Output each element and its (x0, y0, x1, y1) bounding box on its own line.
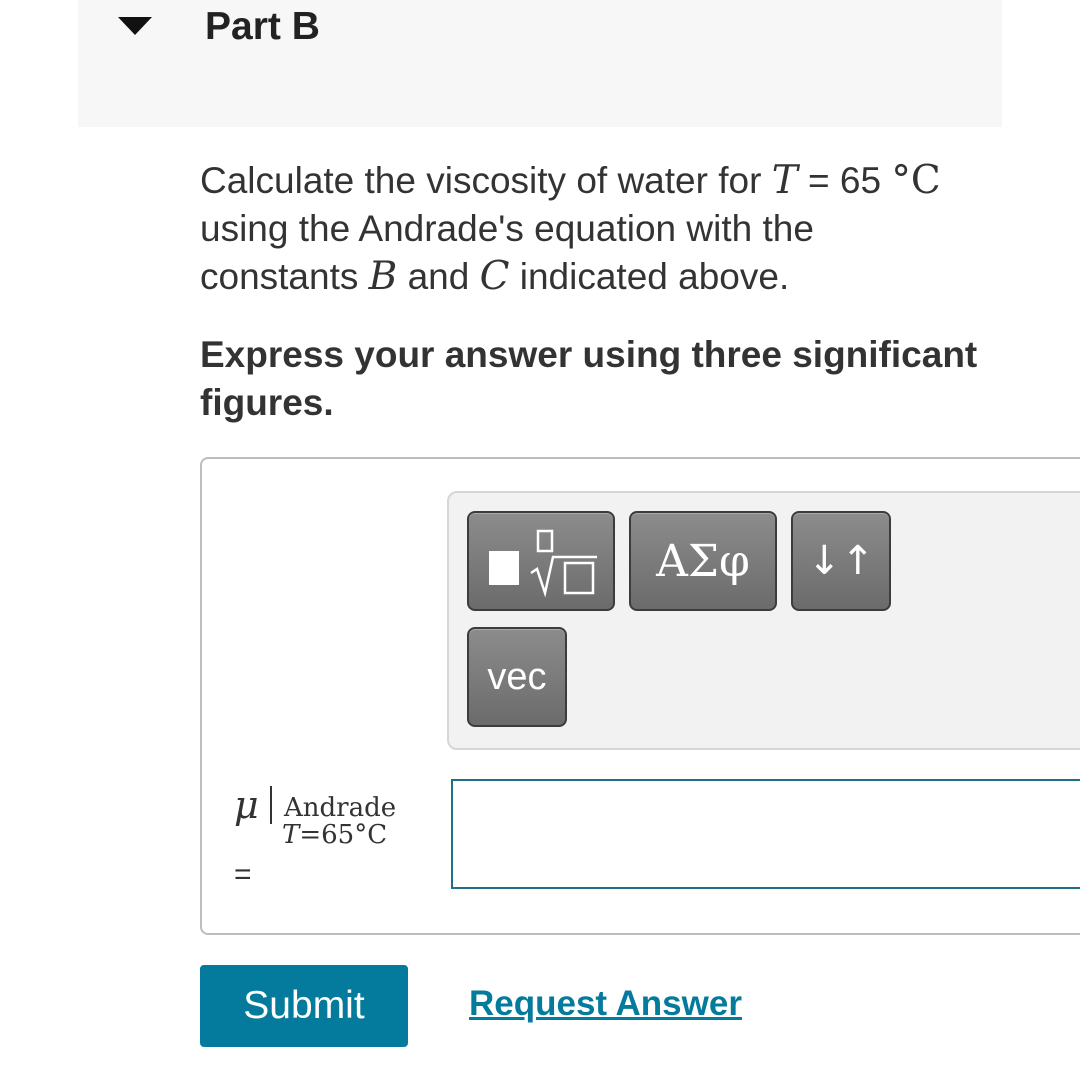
answer-input[interactable] (451, 779, 1080, 889)
equals-sign: = (234, 858, 252, 891)
collapse-caret-icon[interactable] (118, 17, 152, 35)
greek-symbols-button[interactable]: ΑΣφ (629, 511, 777, 611)
template-sqrt-icon (489, 529, 597, 598)
arrows-button[interactable]: ↓↑ (791, 511, 891, 611)
evaluation-bar (270, 786, 272, 824)
question-line-3: constants B and C indicated above. (200, 254, 790, 299)
subscript-temperature: T=65°C (282, 820, 388, 850)
request-answer-link[interactable]: Request Answer (469, 984, 742, 1024)
unit-celsius: °C (891, 158, 941, 203)
mu-symbol: μ (234, 783, 259, 827)
instruction-text: Express your answer using three signific… (200, 334, 978, 423)
variable-B: B (368, 254, 398, 299)
vector-button[interactable]: vec (467, 627, 567, 727)
subscript-andrade: Andrade (284, 793, 397, 823)
variable-C: C (479, 254, 510, 299)
part-title: Part B (205, 5, 320, 48)
question-text: Calculate the viscosity of water for T =… (200, 157, 1010, 301)
submit-button[interactable]: Submit (200, 965, 408, 1047)
variable-T: T (771, 158, 798, 203)
question-line-1: Calculate the viscosity of water for T =… (200, 158, 941, 203)
templates-button[interactable] (467, 511, 615, 611)
question-line-2: using the Andrade's equation with the (200, 208, 814, 249)
